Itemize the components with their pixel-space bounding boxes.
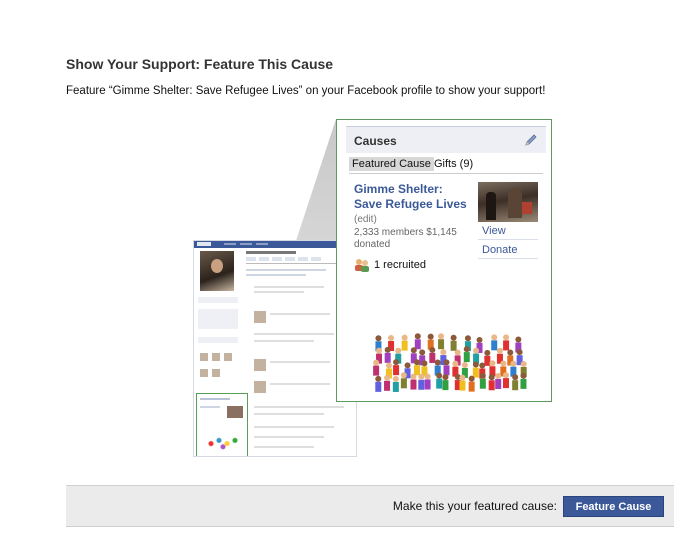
recruits-icon	[355, 259, 369, 272]
view-link[interactable]: View	[478, 222, 538, 240]
profile-preview-thumbnail	[193, 240, 357, 457]
causes-tabs: Featured Cause Gifts (9)	[349, 157, 543, 174]
cause-stats-line2: donated	[354, 239, 391, 250]
cause-name-line1: Gimme Shelter:	[354, 182, 443, 196]
edit-link[interactable]: (edit)	[354, 214, 377, 225]
recruited-label: 1 recruited	[374, 258, 426, 271]
tab-featured-cause[interactable]: Featured Cause	[349, 157, 434, 171]
recruited-count: 1 recruited	[354, 258, 426, 272]
cause-stats: 2,333 members $1,145 donated	[354, 227, 474, 251]
mini-featured-cause-box	[196, 393, 248, 456]
causes-box-header: Causes	[346, 126, 546, 153]
footer-bar: Make this your featured cause: Feature C…	[66, 485, 674, 527]
causes-box-title: Causes	[354, 134, 397, 148]
causes-box-preview: Causes Featured Cause Gifts (9) Gimme Sh…	[336, 119, 552, 402]
cause-image[interactable]	[478, 182, 538, 222]
cause-name-link[interactable]: Gimme Shelter: Save Refugee Lives	[354, 182, 470, 212]
donate-link[interactable]: Donate	[478, 241, 538, 259]
cause-stats-line1: 2,333 members $1,145	[354, 227, 457, 238]
tab-gifts[interactable]: Gifts (9)	[434, 158, 473, 170]
crowd-illustration	[373, 333, 527, 392]
pencil-icon[interactable]	[524, 133, 538, 147]
feature-cause-button[interactable]: Feature Cause	[563, 496, 664, 517]
profile-photo	[200, 251, 234, 291]
featured-cause-prompt: Make this your featured cause:	[392, 499, 557, 513]
cause-name-line2: Save Refugee Lives	[354, 197, 467, 211]
